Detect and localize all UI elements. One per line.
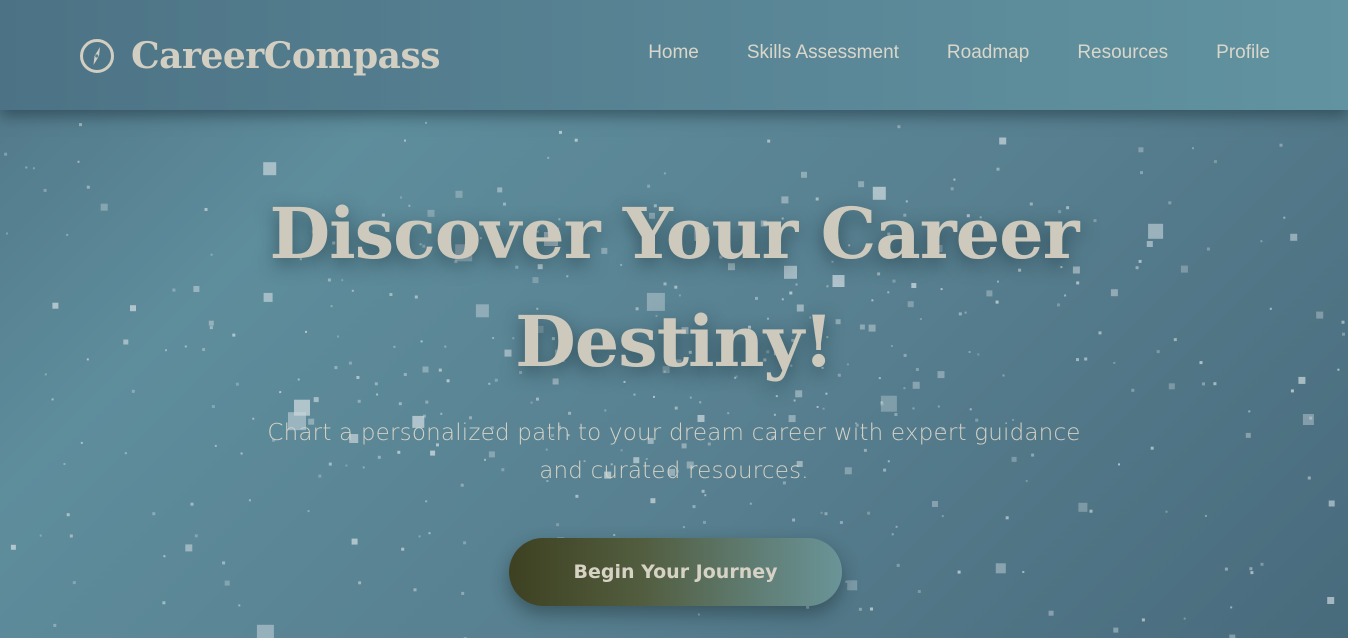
nav-skills-assessment[interactable]: Skills Assessment <box>747 42 899 64</box>
hero-section: Discover Your Career Destiny! Chart a pe… <box>0 110 1348 638</box>
hero-title-line-2: Destiny! <box>515 300 834 383</box>
hero-subtitle-line-2: and curated resources. <box>539 458 809 484</box>
nav-home[interactable]: Home <box>648 42 699 64</box>
hero-subtitle-line-1: Chart a personalized path to your dream … <box>267 420 1081 446</box>
hero-title-line-1: Discover Your Career <box>269 192 1079 275</box>
site-header: CareerCompass Home Skills Assessment Roa… <box>0 0 1348 110</box>
main-nav: Home Skills Assessment Roadmap Resources… <box>648 42 1270 64</box>
hero-subtitle: Chart a personalized path to your dream … <box>224 414 1124 490</box>
brand-name: CareerCompass <box>131 35 441 77</box>
nav-roadmap[interactable]: Roadmap <box>947 42 1029 64</box>
nav-profile[interactable]: Profile <box>1216 42 1270 64</box>
begin-journey-button[interactable]: Begin Your Journey <box>509 538 842 606</box>
brand-logo[interactable]: CareerCompass <box>79 34 441 78</box>
compass-icon <box>79 38 115 74</box>
hero-title: Discover Your Career Destiny! <box>224 180 1124 396</box>
nav-resources[interactable]: Resources <box>1077 42 1168 64</box>
